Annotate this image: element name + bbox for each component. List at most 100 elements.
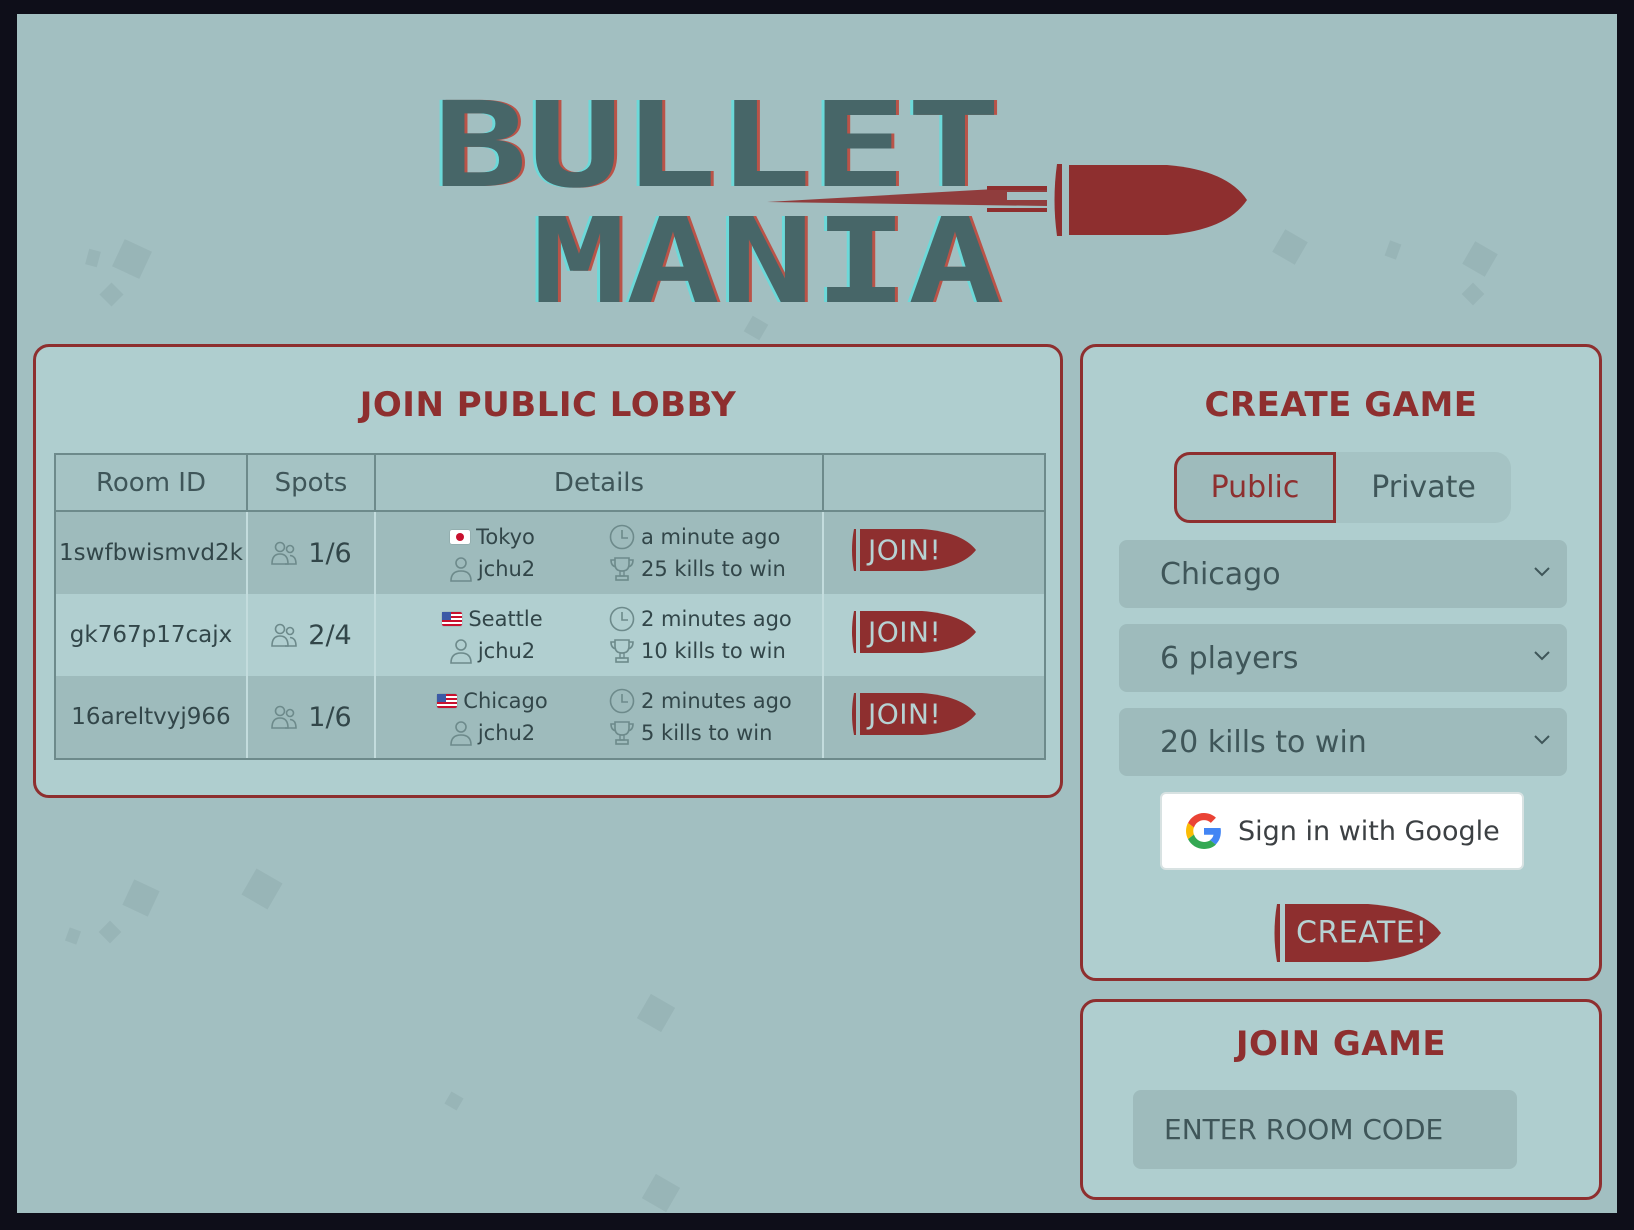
spots-cell: 1/6 (246, 511, 376, 594)
room-id: 1swfbwismvd2k (59, 540, 243, 566)
room-location: Seattle (468, 607, 543, 631)
table-header-row: Room ID Spots Details (54, 453, 1046, 512)
decor-square (122, 879, 160, 917)
decor-square (1272, 229, 1308, 265)
room-id: 16areltvyj966 (71, 704, 231, 730)
players-select[interactable]: 6 players (1119, 624, 1567, 692)
chevron-down-icon (1534, 651, 1550, 661)
users-icon (271, 623, 298, 647)
action-cell: JOIN! (822, 511, 1046, 594)
decor-square (64, 927, 82, 945)
decor-square (636, 993, 676, 1033)
join-button[interactable]: JOIN! (850, 609, 978, 655)
bullet-mania-logo: BULLET BULLET BULLET MANIA MANIA MANIA (430, 76, 1247, 324)
decor-square (1462, 241, 1498, 277)
lobby-table: Room ID Spots Details 1swfbwismvd2k 1/6 To… (54, 453, 1046, 760)
room-location: Chicago (463, 689, 548, 713)
room-goal: 5 kills to win (641, 721, 773, 745)
create-button[interactable]: CREATE! (1273, 902, 1443, 964)
join-button-label: JOIN! (868, 615, 942, 649)
page-background: BULLET BULLET BULLET MANIA MANIA MANIA J… (17, 14, 1617, 1213)
decor-square (241, 868, 283, 910)
clock-icon (609, 606, 635, 632)
lobby-row: 1swfbwismvd2k 1/6 Tokyo a minute ago jchu2 25… (54, 511, 1046, 594)
join-button-label: JOIN! (868, 533, 942, 567)
flag-icon-us (442, 612, 463, 626)
clock-icon (609, 524, 635, 550)
room-goal: 10 kills to win (641, 639, 786, 663)
region-select-value: Chicago (1160, 556, 1281, 592)
flag-icon-jp (450, 530, 471, 544)
decor-square (444, 1091, 464, 1111)
lobby-row: 16areltvyj966 1/6 Chicago 2 minutes ago jchu… (54, 676, 1046, 760)
column-header-details: Details (374, 453, 824, 512)
users-icon (271, 541, 298, 565)
room-created: 2 minutes ago (641, 607, 792, 631)
kills-select-value: 20 kills to win (1160, 724, 1367, 760)
create-game-title: CREATE GAME (1204, 385, 1478, 425)
room-created: 2 minutes ago (641, 689, 792, 713)
join-game-panel: JOIN GAME (1080, 999, 1602, 1200)
user-icon (450, 721, 472, 746)
join-button[interactable]: JOIN! (850, 527, 978, 573)
action-cell: JOIN! (822, 594, 1046, 676)
visibility-toggle: Public Private (1174, 452, 1511, 523)
room-host: jchu2 (477, 557, 536, 581)
chevron-down-icon (1534, 567, 1550, 577)
room-code-input[interactable] (1133, 1090, 1517, 1169)
details-cell: Seattle 2 minutes ago jchu2 10 kills to win (374, 594, 824, 676)
chevron-down-icon (1534, 735, 1550, 745)
room-created: a minute ago (641, 525, 781, 549)
trophy-icon (610, 557, 634, 581)
decor-square (98, 920, 122, 944)
room-location: Tokyo (476, 525, 535, 549)
google-button-label: Sign in with Google (1238, 815, 1500, 847)
room-id-cell: 16areltvyj966 (54, 676, 248, 760)
clock-icon (609, 688, 635, 714)
decor-square (641, 1173, 681, 1213)
user-icon (450, 639, 472, 664)
decor-square (1384, 240, 1402, 260)
room-host: jchu2 (477, 639, 536, 663)
google-logo-icon (1186, 813, 1221, 849)
create-game-panel: CREATE GAME Public Private Chicago 6 pla… (1080, 344, 1602, 981)
visibility-private-option[interactable]: Private (1336, 452, 1511, 523)
spots-cell: 1/6 (246, 676, 376, 760)
create-button-label: CREATE! (1296, 915, 1428, 951)
action-cell: JOIN! (822, 676, 1046, 760)
user-icon (450, 557, 472, 582)
decor-square (99, 282, 124, 307)
decor-square (112, 239, 152, 279)
decor-square (85, 248, 101, 268)
flag-icon-us (437, 694, 458, 708)
details-cell: Tokyo a minute ago jchu2 25 kills to win (374, 511, 824, 594)
kills-select[interactable]: 20 kills to win (1119, 708, 1567, 776)
visibility-public-option[interactable]: Public (1174, 452, 1336, 523)
room-id-cell: 1swfbwismvd2k (54, 511, 248, 594)
lobby-row: gk767p17cajx 2/4 Seattle 2 minutes ago jchu2… (54, 594, 1046, 676)
room-id: gk767p17cajx (69, 622, 233, 648)
spots-count: 2/4 (308, 619, 352, 651)
users-icon (271, 705, 298, 729)
trophy-icon (610, 639, 634, 663)
join-public-lobby-panel: JOIN PUBLIC LOBBY Room ID Spots Details … (33, 344, 1063, 798)
room-host: jchu2 (477, 721, 536, 745)
column-header-spots: Spots (246, 453, 376, 512)
spots-count: 1/6 (308, 701, 352, 733)
trophy-icon (610, 721, 634, 745)
column-header-action (822, 453, 1046, 512)
details-cell: Chicago 2 minutes ago jchu2 5 kills to win (374, 676, 824, 760)
lobby-title: JOIN PUBLIC LOBBY (359, 385, 737, 425)
spots-cell: 2/4 (246, 594, 376, 676)
room-goal: 25 kills to win (641, 557, 786, 581)
sign-in-with-google-button[interactable]: Sign in with Google (1160, 792, 1524, 870)
join-game-title: JOIN GAME (1235, 1024, 1447, 1064)
room-id-cell: gk767p17cajx (54, 594, 248, 676)
logo-title-line2: MANIA (532, 192, 1002, 324)
region-select[interactable]: Chicago (1119, 540, 1567, 608)
spots-count: 1/6 (308, 537, 352, 569)
join-button[interactable]: JOIN! (850, 691, 978, 737)
players-select-value: 6 players (1160, 640, 1299, 676)
column-header-room-id: Room ID (54, 453, 248, 512)
decor-square (1461, 282, 1485, 306)
